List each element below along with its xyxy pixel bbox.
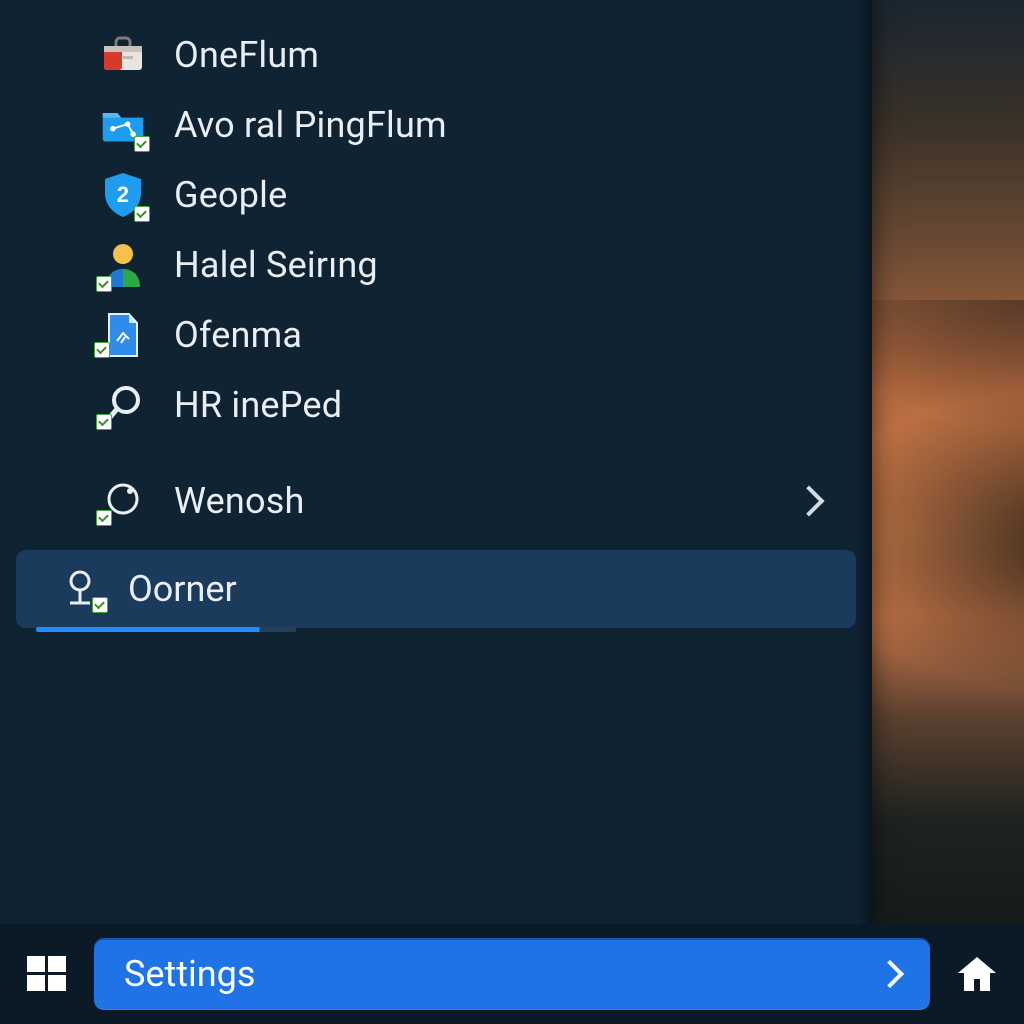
home-button[interactable]	[948, 939, 1006, 1009]
person-icon	[100, 242, 146, 288]
svg-text:2: 2	[117, 182, 129, 207]
settings-button-label: Settings	[124, 953, 880, 995]
list-separator	[0, 440, 872, 466]
taskbar: Settings	[0, 924, 1024, 1024]
app-item-label: Ofenma	[174, 314, 832, 356]
app-list: OneFlum Avo ral PingFlum	[0, 0, 872, 536]
progress-bar	[36, 627, 296, 632]
start-menu-panel: OneFlum Avo ral PingFlum	[0, 0, 872, 924]
loop-icon	[100, 478, 146, 524]
start-button[interactable]	[18, 939, 76, 1009]
verified-badge-icon	[96, 510, 112, 526]
verified-badge-icon	[96, 276, 112, 292]
app-item-label: Avo ral PingFlum	[174, 104, 832, 146]
verified-badge-icon	[96, 414, 112, 430]
app-item-pingflum[interactable]: Avo ral PingFlum	[0, 90, 872, 160]
chevron-right-icon	[793, 485, 824, 516]
app-item-ofenma[interactable]: Ofenma	[0, 300, 872, 370]
settings-button[interactable]: Settings	[94, 938, 930, 1010]
search-icon	[100, 382, 146, 428]
pin-icon	[60, 567, 104, 611]
verified-badge-icon	[134, 136, 150, 152]
app-item-label: HR inePed	[174, 384, 832, 426]
search-input-label: Oorner	[128, 568, 237, 610]
verified-badge-icon	[92, 597, 108, 613]
app-item-hrineped[interactable]: HR inePed	[0, 370, 872, 440]
folder-icon	[100, 102, 146, 148]
app-item-wenosh[interactable]: Wenosh	[0, 466, 872, 536]
windows-logo-icon	[25, 952, 69, 996]
app-item-halel[interactable]: Halel Seirıng	[0, 230, 872, 300]
document-icon	[100, 312, 146, 358]
search-input[interactable]: Oorner	[16, 550, 856, 628]
app-item-oneflum[interactable]: OneFlum	[0, 20, 872, 90]
app-item-geople[interactable]: 2 Geople	[0, 160, 872, 230]
app-item-label: Wenosh	[174, 480, 770, 522]
verified-badge-icon	[134, 206, 150, 222]
chevron-right-icon	[876, 960, 904, 988]
verified-badge-icon	[94, 342, 110, 358]
toolbox-icon	[100, 32, 146, 78]
shield-icon: 2	[100, 172, 146, 218]
app-item-label: Halel Seirıng	[174, 244, 832, 286]
app-item-label: Geople	[174, 174, 832, 216]
home-icon	[954, 951, 1000, 997]
app-item-label: OneFlum	[174, 34, 832, 76]
